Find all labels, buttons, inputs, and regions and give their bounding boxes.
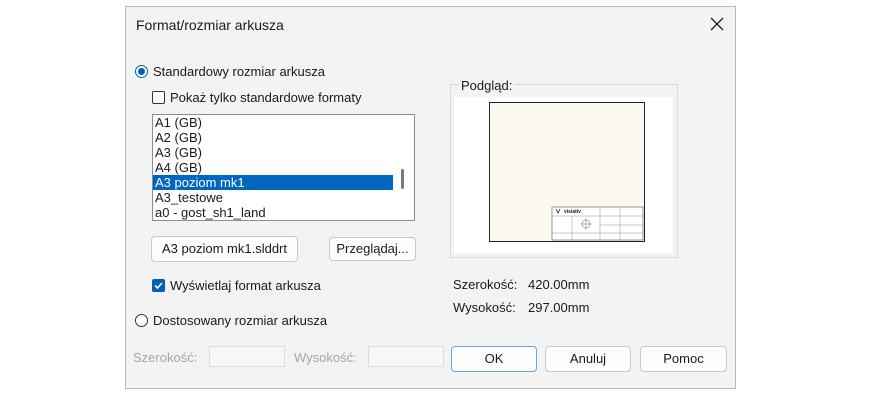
custom-height-label: Wysokość: <box>294 350 357 365</box>
width-label: Szerokość: <box>453 277 518 292</box>
preview-logo-text: visiativ <box>564 209 581 215</box>
custom-height-input[interactable] <box>368 346 444 367</box>
format-list-item-selected[interactable]: A3 poziom mk1 <box>153 175 393 190</box>
cancel-button[interactable]: Anuluj <box>545 346 631 372</box>
checkmark-icon <box>154 282 163 290</box>
standard-size-radio[interactable] <box>135 65 148 78</box>
format-list-item[interactable]: A2 (GB) <box>153 130 393 145</box>
show-format-checkbox[interactable] <box>152 279 165 292</box>
custom-width-input[interactable] <box>209 346 285 367</box>
format-list-item[interactable]: a0 - gost_sh1_land <box>153 205 393 220</box>
custom-size-label: Dostosowany rozmiar arkusza <box>153 313 328 328</box>
height-value: 297.00mm <box>528 300 590 315</box>
format-list-item[interactable]: A4 (GB) <box>153 160 393 175</box>
browse-button[interactable]: Przeglądaj... <box>329 237 416 261</box>
close-icon[interactable] <box>706 13 728 35</box>
preview-label: Podgląd: <box>459 78 515 93</box>
sheet-format-dialog: Format/rozmiar arkusza Standardowy rozmi… <box>125 6 736 389</box>
format-list-item[interactable]: A3 (GB) <box>153 145 393 160</box>
list-scrollbar[interactable] <box>401 169 404 189</box>
format-list-item[interactable]: A1 (GB) <box>153 115 393 130</box>
format-listbox[interactable]: A1 (GB) A2 (GB) A3 (GB) A4 (GB) A3 pozio… <box>152 114 415 221</box>
dialog-title: Format/rozmiar arkusza <box>136 17 284 33</box>
custom-width-label: Szerokość: <box>133 350 198 365</box>
standard-size-label: Standardowy rozmiar arkusza <box>153 64 325 79</box>
title-block-graphic <box>551 206 644 241</box>
width-value: 420.00mm <box>528 277 590 292</box>
sheet-preview: visiativ <box>489 102 645 242</box>
show-format-label: Wyświetlaj format arkusza <box>170 278 321 293</box>
format-list-item[interactable]: A3_testowe <box>153 190 393 205</box>
help-button[interactable]: Pomoc <box>640 346 727 372</box>
show-only-standard-checkbox[interactable] <box>152 91 165 104</box>
custom-size-radio[interactable] <box>135 314 148 327</box>
template-file-field[interactable]: A3 poziom mk1.slddrt <box>151 236 298 262</box>
show-only-standard-label: Pokaż tylko standardowe formaty <box>170 90 362 105</box>
ok-button[interactable]: OK <box>451 346 537 372</box>
height-label: Wysokość: <box>453 300 516 315</box>
